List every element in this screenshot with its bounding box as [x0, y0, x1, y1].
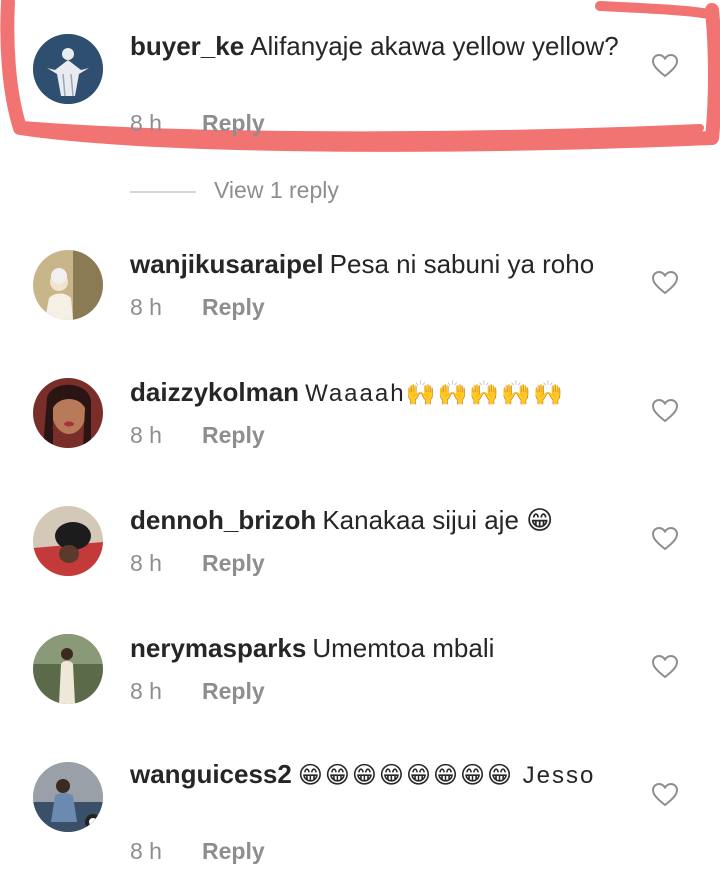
comment-time: 8 h [130, 422, 162, 448]
reply-button[interactable]: Reply [202, 838, 265, 864]
view-replies-line [130, 190, 196, 193]
like-button[interactable] [652, 655, 678, 679]
heart-icon [652, 271, 678, 295]
comment-username[interactable]: nerymasparks [130, 633, 306, 663]
comment-time: 8 h [130, 678, 162, 704]
comment-text: buyer_ke Alifanyaje akawa yellow yellow? [130, 30, 620, 62]
comment-text: wanjikusaraipel Pesa ni sabuni ya roho [130, 248, 620, 280]
comment-text: daizzykolman Waaaah🙌🙌🙌🙌🙌 [130, 376, 620, 410]
comment-body: 😁😁😁😁😁😁😁😁 Jesso [297, 762, 596, 789]
comment-time: 8 h [130, 550, 162, 576]
comment-body: Waaaah🙌🙌🙌🙌🙌 [305, 380, 565, 407]
avatar[interactable] [33, 634, 103, 704]
comment-meta: 8 h Reply [130, 678, 265, 705]
heart-icon [652, 783, 678, 807]
comment-time: 8 h [130, 294, 162, 320]
like-button[interactable] [652, 271, 678, 295]
avatar[interactable] [33, 34, 103, 104]
reply-button[interactable]: Reply [202, 294, 265, 320]
comment-body: Kanakaa sijui aje 😁 [322, 505, 554, 535]
photo-avatar-icon [33, 250, 103, 320]
heart-icon [652, 655, 678, 679]
heart-icon [652, 527, 678, 551]
comment-text: nerymasparks Umemtoa mbali [130, 632, 620, 664]
comment-username[interactable]: dennoh_brizoh [130, 505, 316, 535]
like-button[interactable] [652, 54, 678, 78]
avatar[interactable] [33, 250, 103, 320]
photo-avatar-icon [33, 506, 103, 576]
reply-button[interactable]: Reply [202, 550, 265, 576]
comment-meta: 8 h Reply [130, 838, 265, 865]
comment-username[interactable]: wanjikusaraipel [130, 249, 324, 279]
reply-button[interactable]: Reply [202, 678, 265, 704]
avatar[interactable] [33, 378, 103, 448]
comment-text: dennoh_brizoh Kanakaa sijui aje 😁 [130, 504, 620, 536]
highlight-annotation [0, 0, 720, 152]
comment-meta: 8 h Reply [130, 550, 265, 577]
comment-username[interactable]: daizzykolman [130, 377, 299, 407]
like-button[interactable] [652, 783, 678, 807]
comment-time: 8 h [130, 110, 162, 136]
comment-meta: 8 h Reply [130, 294, 265, 321]
photo-avatar-icon [33, 378, 103, 448]
comment-meta: 8 h Reply [130, 422, 265, 449]
comment-body: Umemtoa mbali [312, 633, 495, 663]
reply-button[interactable]: Reply [202, 422, 265, 448]
comment-meta: 8 h Reply [130, 110, 265, 137]
avatar[interactable] [33, 762, 103, 832]
statue-avatar-icon [33, 34, 103, 104]
photo-avatar-icon [33, 634, 103, 704]
view-replies-label: View 1 reply [214, 177, 339, 203]
heart-icon [652, 399, 678, 423]
comment-body: Pesa ni sabuni ya roho [329, 249, 595, 279]
avatar[interactable] [33, 506, 103, 576]
photo-avatar-icon [33, 762, 103, 832]
view-replies-button[interactable]: View 1 reply [130, 177, 339, 207]
like-button[interactable] [652, 399, 678, 423]
reply-button[interactable]: Reply [202, 110, 265, 136]
comment-body: Alifanyaje akawa yellow yellow? [250, 31, 619, 61]
comment-time: 8 h [130, 838, 162, 864]
comment-text: wanguicess2 😁😁😁😁😁😁😁😁 Jesso [130, 758, 620, 792]
comment-username[interactable]: wanguicess2 [130, 759, 292, 789]
like-button[interactable] [652, 527, 678, 551]
comment-username[interactable]: buyer_ke [130, 31, 244, 61]
heart-icon [652, 54, 678, 78]
